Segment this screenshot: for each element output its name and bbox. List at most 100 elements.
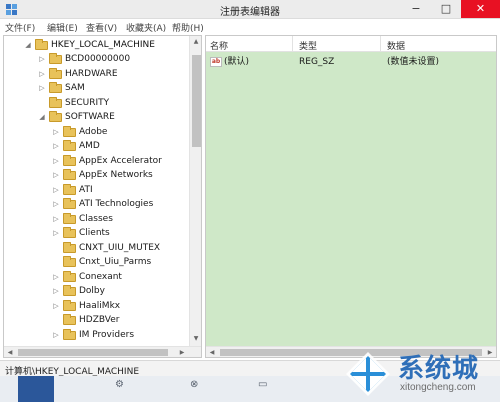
tree-item-conexant[interactable]: ▷ Conexant [4,270,188,284]
scroll-down-arrow-icon[interactable]: ▼ [190,333,201,345]
folder-open-icon [35,39,48,50]
folder-icon [49,53,62,64]
tree-item-label: ATI [79,185,93,195]
scroll-right-arrow-icon[interactable]: ▶ [176,347,188,357]
menu-view[interactable]: 查看(V) [86,21,117,34]
tree-item-hardware[interactable]: ▷ HARDWARE [4,67,188,81]
scroll-up-arrow-icon[interactable]: ▲ [190,36,201,48]
scroll-thumb[interactable] [192,55,201,147]
tree-item-bcd[interactable]: ▷ BCD00000000 [4,52,188,66]
folder-icon [49,82,62,93]
tree-item-label: HaaliMkx [79,301,121,311]
collapsed-arrow-icon[interactable]: ▷ [52,328,60,342]
minimize-button[interactable]: − [404,0,428,18]
windows-logo-icon [346,352,390,396]
column-divider[interactable] [380,36,381,52]
collapsed-arrow-icon[interactable]: ▷ [52,284,60,298]
folder-icon [63,256,76,267]
menu-file[interactable]: 文件(F) [5,21,35,34]
collapsed-arrow-icon[interactable]: ▷ [38,81,46,95]
taskbar-button-active[interactable] [18,376,54,402]
scroll-left-arrow-icon[interactable]: ◀ [206,347,218,357]
column-divider[interactable] [292,36,293,52]
collapsed-arrow-icon[interactable]: ▷ [52,212,60,226]
expanded-arrow-icon[interactable]: ◢ [24,38,32,52]
folder-icon [63,242,76,253]
close-button[interactable]: ✕ [461,0,500,18]
column-name-header[interactable]: 名称 [210,39,228,52]
watermark-url: xitongcheng.com [400,382,476,393]
scroll-thumb[interactable] [18,349,168,356]
folder-icon [63,213,76,224]
collapsed-arrow-icon[interactable]: ▷ [52,270,60,284]
collapsed-arrow-icon[interactable]: ▷ [52,197,60,211]
tree-item-appex-accelerator[interactable]: ▷ AppEx Accelerator [4,154,188,168]
values-column-header: 名称 类型 数据 [206,36,496,52]
menu-help[interactable]: 帮助(H) [172,21,204,34]
tree-item-label: HDZBVer [79,315,120,325]
folder-icon [63,314,76,325]
tree-horizontal-scrollbar[interactable]: ◀ ▶ [4,346,201,357]
tree-item-classes[interactable]: ▷ Classes [4,212,188,226]
collapsed-arrow-icon[interactable]: ▷ [38,67,46,81]
string-value-icon: ab [210,57,222,67]
menu-edit[interactable]: 编辑(E) [47,21,78,34]
tree-item-ati[interactable]: ▷ ATI [4,183,188,197]
collapsed-arrow-icon[interactable]: ▷ [52,154,60,168]
maximize-button[interactable]: □ [434,0,458,18]
tree-item-label: SECURITY [65,98,110,108]
expanded-arrow-icon[interactable]: ◢ [38,110,46,124]
values-list[interactable]: 名称 类型 数据 ab (默认) REG_SZ (数值未设置) ◀ ▶ [205,35,497,358]
collapsed-arrow-icon[interactable]: ▷ [38,52,46,66]
tree-item-cnxt-uiu-mutex[interactable]: CNXT_UIU_MUTEX [4,241,188,255]
folder-icon [49,68,62,79]
tree-item-hdzbver[interactable]: HDZBVer [4,313,188,327]
tree-item-sam[interactable]: ▷ SAM [4,81,188,95]
tree-item-im-providers[interactable]: ▷ IM Providers [4,328,188,342]
tree-item-label: IM Providers [79,330,135,340]
search-icon[interactable]: ⊗ [190,379,198,390]
tree-item-security[interactable]: SECURITY [4,96,188,110]
tree-vertical-scrollbar[interactable]: ▲ ▼ [189,36,201,346]
collapsed-arrow-icon[interactable]: ▷ [52,299,60,313]
tree-item-label: SAM [65,83,85,93]
tree-item-appex-networks[interactable]: ▷ AppEx Networks [4,168,188,182]
folder-icon [63,184,76,195]
collapsed-arrow-icon[interactable]: ▷ [52,139,60,153]
tree-item-ati-technologies[interactable]: ▷ ATI Technologies [4,197,188,211]
folder-icon [63,271,76,282]
gear-icon[interactable]: ⚙ [115,379,124,390]
tree-item-clients[interactable]: ▷ Clients [4,226,188,240]
folder-icon [49,97,62,108]
tree-item-amd[interactable]: ▷ AMD [4,139,188,153]
menu-favorites[interactable]: 收藏夹(A) [126,21,166,34]
folder-open-icon [49,111,62,122]
scroll-left-arrow-icon[interactable]: ◀ [4,347,16,357]
tree-item-label: Dolby [79,286,105,296]
tree-item-adobe[interactable]: ▷ Adobe [4,125,188,139]
value-row[interactable]: ab (默认) REG_SZ (数值未设置) [206,55,496,69]
value-data: (数值未设置) [387,57,440,67]
value-type: REG_SZ [299,57,335,67]
tree-item-label: Clients [79,228,110,238]
collapsed-arrow-icon[interactable]: ▷ [52,226,60,240]
tree-item-label: CNXT_UIU_MUTEX [79,243,161,253]
folder-icon [63,300,76,311]
tree-item-haalimkx[interactable]: ▷ HaaliMkx [4,299,188,313]
collapsed-arrow-icon[interactable]: ▷ [52,183,60,197]
column-type-header[interactable]: 类型 [299,39,317,52]
column-data-header[interactable]: 数据 [387,39,405,52]
watermark-brand: 系统城 [398,354,480,384]
tree-item-dolby[interactable]: ▷ Dolby [4,284,188,298]
collapsed-arrow-icon[interactable]: ▷ [52,125,60,139]
folder-icon [63,155,76,166]
tree-item-cnxt-uiu-parms[interactable]: Cnxt_Uiu_Parms [4,255,188,269]
folder-icon [63,169,76,180]
title-bar: 注册表编辑器 − □ ✕ [0,0,500,19]
collapsed-arrow-icon[interactable]: ▷ [52,168,60,182]
tree-item-software[interactable]: ◢ SOFTWARE [4,110,188,124]
tree-item-hklm[interactable]: ◢ HKEY_LOCAL_MACHINE [4,38,188,52]
tree-item-label: Cnxt_Uiu_Parms [79,257,152,267]
window-icon[interactable]: ▭ [258,379,267,390]
registry-tree[interactable]: ◢ HKEY_LOCAL_MACHINE ▷ BCD00000000 ▷ HAR… [3,35,202,358]
